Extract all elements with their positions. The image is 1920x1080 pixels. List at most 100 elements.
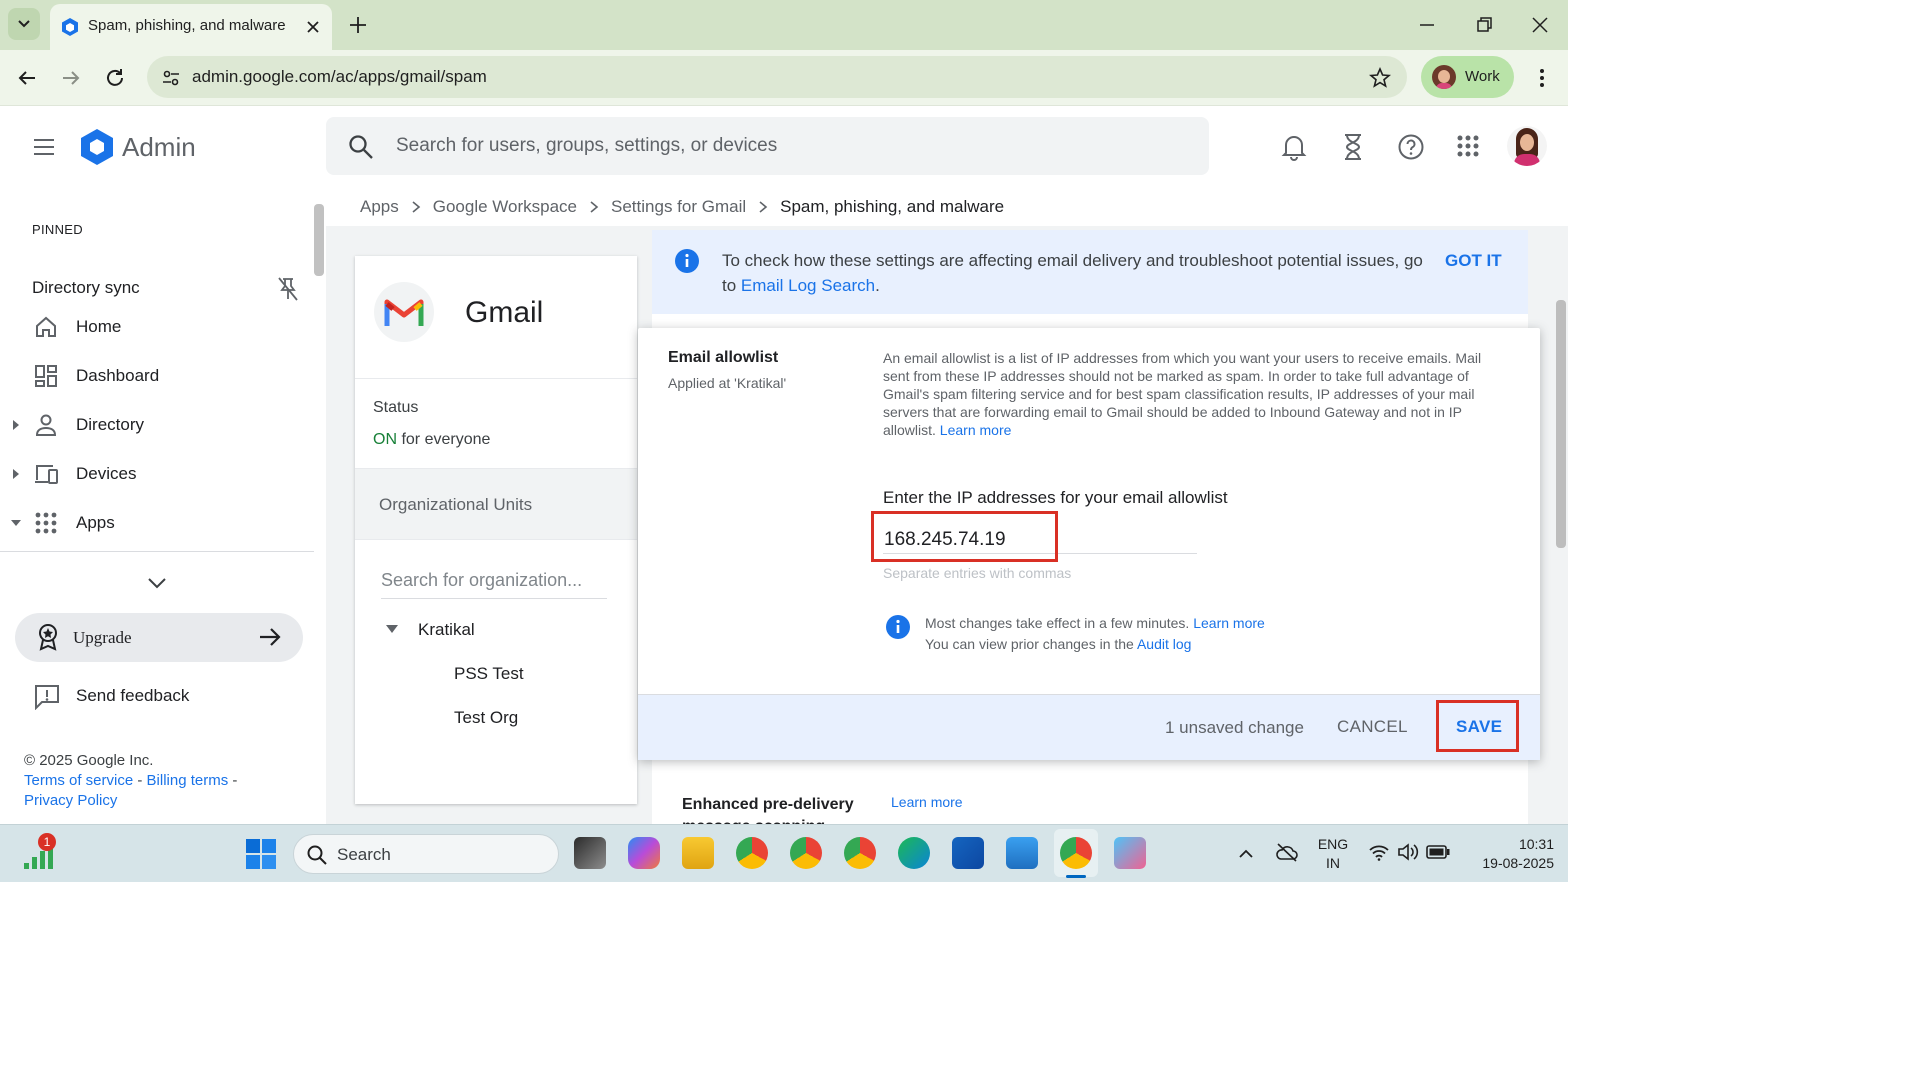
close-window-icon[interactable]: [1530, 15, 1550, 35]
tasks-hourglass-icon[interactable]: [1341, 133, 1365, 161]
forward-arrow-icon[interactable]: [60, 67, 82, 89]
chrome-profile-icon[interactable]: [790, 837, 822, 869]
close-tab-icon[interactable]: [304, 18, 322, 36]
send-feedback-button[interactable]: Send feedback: [0, 674, 310, 718]
ou-root-kratikal[interactable]: Kratikal: [418, 620, 475, 640]
notifications-bell-icon[interactable]: [1281, 133, 1307, 161]
audit-note-text: You can view prior changes in the: [925, 636, 1134, 652]
sidebar-item-directory[interactable]: Directory: [0, 403, 310, 447]
collapse-triangle-icon[interactable]: [385, 624, 399, 634]
email-allowlist-card: Email allowlist Applied at 'Kratikal' An…: [638, 328, 1540, 760]
network-status-widget[interactable]: 1: [22, 833, 62, 873]
allowlist-card-footer: 1 unsaved change CANCEL SAVE: [638, 694, 1540, 760]
show-more-chevron-icon[interactable]: [146, 575, 168, 591]
volume-icon[interactable]: [1397, 843, 1419, 861]
more-vert-icon[interactable]: [1532, 66, 1552, 90]
allowlist-learn-more-link[interactable]: Learn more: [940, 422, 1012, 438]
info-banner-text: To check how these settings are affectin…: [722, 248, 1432, 298]
pinned-item-directory-sync[interactable]: Directory sync: [0, 266, 310, 310]
breadcrumb-google-workspace[interactable]: Google Workspace: [433, 197, 577, 217]
tab-title: Spam, phishing, and malware: [88, 17, 286, 34]
chrome-work-icon[interactable]: [1060, 837, 1092, 869]
sidebar-item-dashboard[interactable]: Dashboard: [0, 354, 310, 398]
active-indicator: [1066, 875, 1086, 878]
breadcrumb-settings-for-gmail[interactable]: Settings for Gmail: [611, 197, 746, 217]
breadcrumb-apps[interactable]: Apps: [360, 197, 399, 217]
cloud-offline-icon[interactable]: [1275, 841, 1299, 863]
terms-link[interactable]: Terms of service: [24, 772, 133, 789]
microsoft-store-icon[interactable]: [952, 837, 984, 869]
expand-caret-icon[interactable]: [10, 418, 22, 432]
feedback-icon: [35, 685, 59, 710]
email-log-search-link[interactable]: Email Log Search: [741, 276, 875, 295]
reload-icon[interactable]: [104, 67, 126, 89]
collapse-caret-icon[interactable]: [10, 516, 22, 530]
next-section-learn-more-link[interactable]: Learn more: [891, 794, 963, 810]
cancel-button[interactable]: CANCEL: [1337, 717, 1408, 737]
sidebar-item-home[interactable]: Home: [0, 305, 310, 349]
browser-tab-active[interactable]: Spam, phishing, and malware: [50, 4, 332, 50]
ou-child-test-org[interactable]: Test Org: [454, 708, 518, 728]
next-section-title: Enhanced pre-delivery message scanning: [682, 794, 854, 824]
site-settings-icon[interactable]: [161, 68, 181, 88]
help-icon[interactable]: [1397, 133, 1425, 161]
admin-search-input[interactable]: Search for users, groups, settings, or d…: [326, 117, 1209, 175]
audit-log-link[interactable]: Audit log: [1137, 636, 1191, 652]
chrome-secure-icon[interactable]: [844, 837, 876, 869]
sidebar-item-devices[interactable]: Devices: [0, 452, 310, 496]
status-value: ON for everyone: [373, 431, 490, 449]
ou-heading: Organizational Units: [379, 495, 533, 514]
wifi-icon[interactable]: [1368, 843, 1390, 861]
ou-search-input[interactable]: Search for organization...: [381, 564, 607, 599]
privacy-policy-link[interactable]: Privacy Policy: [24, 791, 237, 811]
got-it-button[interactable]: GOT IT: [1445, 251, 1502, 271]
bookmark-star-icon[interactable]: [1369, 67, 1391, 89]
sidebar: PINNED Directory sync Home Dashboard Dir…: [0, 190, 318, 824]
edge-icon[interactable]: [898, 837, 930, 869]
restore-icon[interactable]: [1474, 15, 1494, 35]
paint-icon[interactable]: [1114, 837, 1146, 869]
changes-note: Most changes take effect in a few minute…: [925, 613, 1265, 655]
highlight-box-save: [1436, 700, 1519, 752]
unsaved-changes-text: 1 unsaved change: [1165, 718, 1304, 737]
unpin-icon[interactable]: [276, 276, 300, 302]
new-tab-icon[interactable]: [348, 15, 368, 35]
sidebar-item-apps[interactable]: Apps: [0, 501, 310, 545]
info-banner-line1: To check how these settings are affectin…: [722, 251, 1423, 270]
language-indicator[interactable]: ENG IN: [1314, 835, 1352, 873]
page-scrollbar[interactable]: [1556, 300, 1566, 548]
sidebar-scrollbar[interactable]: [314, 204, 324, 276]
tab-search-button[interactable]: [8, 8, 40, 40]
notepad-icon[interactable]: [1006, 837, 1038, 869]
taskbar-search-box[interactable]: Search: [293, 834, 559, 874]
apps-launcher-icon[interactable]: [1456, 134, 1480, 158]
profile-label: Work: [1465, 68, 1500, 85]
clock-date: 19-08-2025: [1482, 855, 1554, 871]
person-icon: [35, 414, 57, 436]
back-arrow-icon[interactable]: [16, 67, 38, 89]
address-bar[interactable]: admin.google.com/ac/apps/gmail/spam: [147, 56, 1407, 98]
chrome-icon[interactable]: [736, 837, 768, 869]
main-menu-icon[interactable]: [32, 135, 56, 159]
windows-start-icon[interactable]: [246, 839, 276, 869]
profile-chip[interactable]: Work: [1421, 56, 1514, 98]
file-explorer-icon[interactable]: [682, 837, 714, 869]
sidebar-item-label: Home: [76, 317, 122, 336]
status-rest-text: for everyone: [397, 431, 491, 448]
upgrade-button[interactable]: Upgrade: [15, 613, 303, 662]
admin-logo-icon[interactable]: [78, 128, 116, 166]
account-avatar[interactable]: [1507, 126, 1547, 166]
expand-caret-icon[interactable]: [10, 467, 22, 481]
ou-child-pss-test[interactable]: PSS Test: [454, 664, 524, 684]
battery-icon[interactable]: [1426, 845, 1450, 859]
chevron-up-icon[interactable]: [1238, 847, 1254, 859]
search-icon: [307, 845, 327, 865]
minimize-icon[interactable]: [1417, 15, 1437, 35]
sidebar-item-label: Dashboard: [76, 366, 160, 385]
copilot-icon[interactable]: [628, 837, 660, 869]
task-view-icon[interactable]: [574, 837, 606, 869]
clock[interactable]: 10:31 19-08-2025: [1460, 835, 1554, 873]
taskbar-search-placeholder: Search: [337, 845, 391, 864]
billing-terms-link[interactable]: Billing terms: [147, 772, 229, 789]
changes-learn-more-link[interactable]: Learn more: [1193, 615, 1265, 631]
